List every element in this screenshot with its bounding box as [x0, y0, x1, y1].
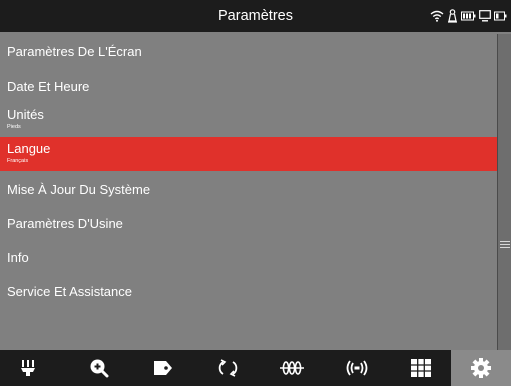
- menu-item-screen-settings[interactable]: Paramètres De L'Écran: [0, 34, 497, 68]
- sonde-button[interactable]: [264, 350, 320, 386]
- menu-item-label: Paramètres D'Usine: [7, 216, 123, 231]
- probe-icon: [448, 9, 457, 23]
- menu-item-label: Unités: [7, 107, 44, 122]
- zoom-in-icon: [90, 359, 109, 378]
- menu-item-system-update[interactable]: Mise À Jour Du Système: [0, 172, 497, 206]
- battery-small-icon: [494, 11, 507, 21]
- wifi-icon: [430, 10, 444, 22]
- locator-icon: [346, 360, 368, 376]
- camera-head-button[interactable]: [0, 350, 56, 386]
- rotate-icon: [218, 359, 238, 377]
- grid-icon: [411, 359, 431, 377]
- settings-button[interactable]: [451, 350, 511, 386]
- menu-item-date-time[interactable]: Date Et Heure: [0, 69, 497, 103]
- status-bar: [430, 8, 507, 24]
- menu-item-units[interactable]: Unités Pieds: [0, 103, 497, 137]
- menu-item-language[interactable]: Langue Français: [0, 137, 497, 171]
- tag-icon: [154, 361, 172, 375]
- gear-icon: [471, 358, 491, 378]
- menu-item-label: Service Et Assistance: [7, 284, 132, 299]
- menu-item-label: Langue: [7, 141, 51, 156]
- scrollbar-thumb[interactable]: [498, 238, 511, 251]
- title-bar: Paramètres: [0, 0, 511, 32]
- menu-item-value: Pieds: [7, 124, 21, 130]
- settings-screen: Paramètres Paramètres De L'Écran Date Et…: [0, 0, 511, 386]
- tag-button[interactable]: [135, 350, 191, 386]
- locator-button[interactable]: [329, 350, 385, 386]
- scrollbar[interactable]: [497, 34, 511, 350]
- sonde-icon: [280, 361, 304, 375]
- bottom-toolbar: [0, 350, 511, 386]
- menu-item-label: Mise À Jour Du Système: [7, 182, 151, 197]
- camera-head-icon: [21, 360, 35, 376]
- zoom-in-button[interactable]: [71, 350, 127, 386]
- menu-item-factory-settings[interactable]: Paramètres D'Usine: [0, 206, 497, 240]
- settings-menu: Paramètres De L'Écran Date Et Heure Unit…: [0, 34, 497, 350]
- battery-icon: [461, 11, 476, 21]
- menu-item-value: Français: [7, 158, 29, 164]
- menu-item-label: Paramètres De L'Écran: [7, 44, 142, 59]
- grid-button[interactable]: [393, 350, 449, 386]
- menu-item-info[interactable]: Info: [0, 240, 497, 274]
- monitor-icon: [479, 10, 491, 22]
- menu-item-label: Info: [7, 250, 29, 265]
- menu-item-service-support[interactable]: Service Et Assistance: [0, 274, 497, 308]
- menu-item-label: Date Et Heure: [7, 79, 90, 94]
- rotate-button[interactable]: [200, 350, 256, 386]
